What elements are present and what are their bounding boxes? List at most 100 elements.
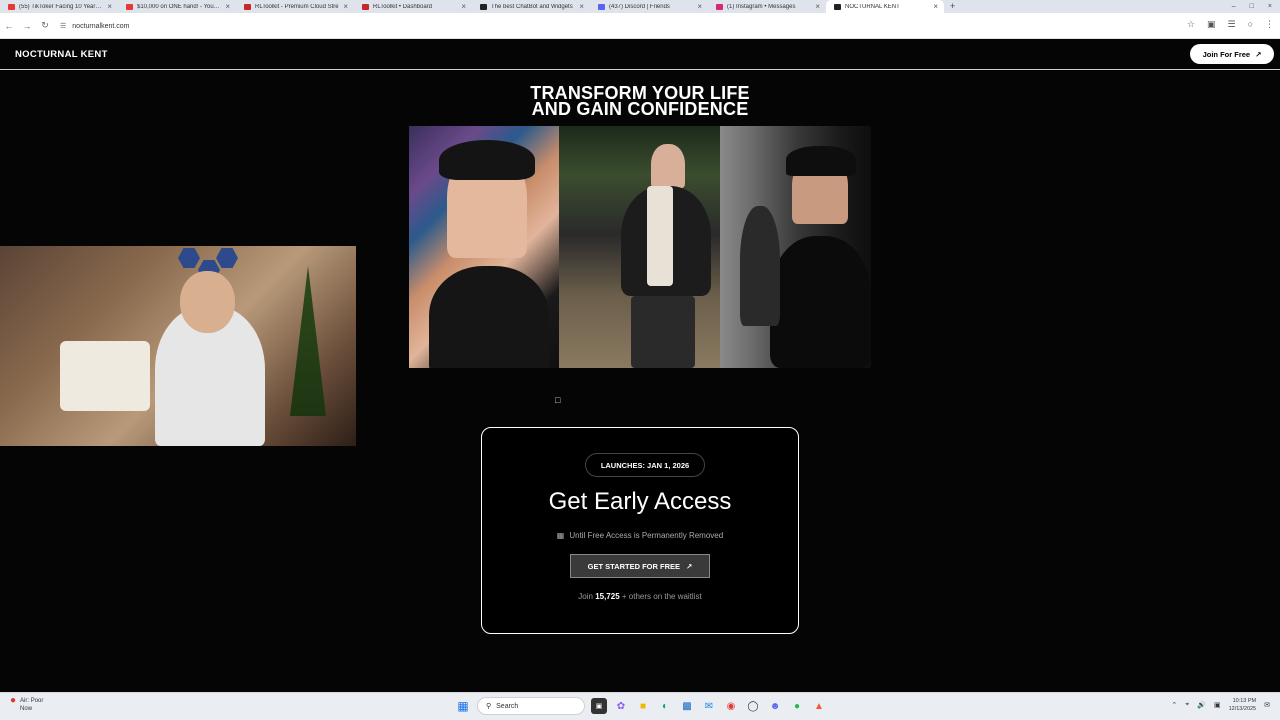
chrome-icon[interactable]: ◉ [723, 698, 739, 714]
tab-label: (1) Instagram • Messages [727, 3, 796, 10]
forward-icon[interactable]: → [18, 21, 36, 31]
mail-icon[interactable]: ✉ [701, 698, 717, 714]
browser-tab[interactable]: RLToolkit - Premium Cloud Stre × [236, 0, 354, 13]
spotify-icon[interactable]: ● [789, 698, 805, 714]
card-subtitle: ▦ Until Free Access is Permanently Remov… [482, 531, 798, 540]
waitlist-suffix: + others on the waitlist [621, 592, 702, 601]
tab-favicon-icon [8, 3, 15, 10]
site-info-icon[interactable]: ☰ [60, 22, 66, 30]
back-icon[interactable]: ← [0, 21, 18, 31]
browser-tab[interactable]: (437) Discord | Friends × [590, 0, 708, 13]
card-title: Get Early Access [548, 488, 732, 515]
waitlist-prefix: Join [578, 592, 593, 601]
search-label: Search [496, 702, 519, 710]
hero-headline: TRANSFORM YOUR LIFE AND GAIN CONFIDENCE [440, 84, 840, 119]
join-button-label: Join For Free [1202, 49, 1251, 59]
cta-label: GET STARTED FOR FREE [587, 561, 681, 571]
hero-photo-strip [409, 126, 871, 368]
cast-icon[interactable]: ▣ [1207, 19, 1216, 30]
tab-label: (437) Discord | Friends [609, 3, 670, 10]
launch-date-badge: LAUNCHES: JAN 1, 2026 [585, 453, 705, 477]
edge-icon[interactable]: ◐ [657, 698, 673, 714]
tab-favicon-icon [126, 3, 133, 10]
tab-close-icon[interactable]: × [579, 2, 584, 11]
headline-line-2: AND GAIN CONFIDENCE [531, 99, 749, 119]
join-for-free-button[interactable]: Join For Free ↗ [1190, 44, 1274, 64]
address-bar-row: ← → ↻ ☰ nocturnalkent.com ☆ ▣ ☰ ○ ⋮ [0, 13, 1280, 39]
tab-label: NOCTURNAL KENT [845, 3, 900, 10]
tab-close-icon[interactable]: × [815, 2, 820, 11]
system-tray: ⌃ ⌖ 🔊 ▣ 10:13 PM 12/13/2025 ✉ [1171, 697, 1270, 713]
tab-close-icon[interactable]: × [933, 2, 938, 11]
extensions-icon[interactable]: ☰ [1227, 19, 1235, 30]
weather-widget[interactable]: ● Air: Poor Now [10, 695, 44, 713]
card-subtitle-text: Until Free Access is Permanently Removed [569, 531, 724, 540]
tab-close-icon[interactable]: × [461, 2, 466, 11]
air-quality-icon: ● [10, 695, 17, 706]
early-access-card: LAUNCHES: JAN 1, 2026 Get Early Access ▦… [481, 427, 799, 634]
reload-icon[interactable]: ↻ [36, 20, 54, 31]
file-explorer-icon[interactable]: ■ [635, 698, 651, 714]
tab-close-icon[interactable]: × [225, 2, 230, 11]
network-icon[interactable]: ⌖ [1185, 701, 1189, 709]
windows-taskbar: ● Air: Poor Now ▦ ⚲ Search ▣ ✿ ■ ◐ ▩ ✉ ◉… [0, 692, 1280, 720]
streamer-webcam-overlay [0, 246, 356, 446]
store-icon[interactable]: ▩ [679, 698, 695, 714]
obs-icon[interactable]: ◯ [745, 698, 761, 714]
tab-close-icon[interactable]: × [697, 2, 702, 11]
url-text: nocturnalkent.com [72, 22, 130, 30]
tab-favicon-icon [598, 3, 605, 10]
clock-date: 12/13/2025 [1228, 706, 1257, 712]
brand-logo[interactable]: NOCTURNAL KENT [15, 49, 108, 60]
tab-favicon-icon [362, 3, 369, 10]
browser-tab[interactable]: NOCTURNAL KENT × [826, 0, 944, 13]
tab-label: RLToolkit • Dashboard [373, 3, 433, 10]
bookmark-star-icon[interactable]: ☆ [1187, 19, 1195, 30]
new-tab-button[interactable]: + [944, 0, 961, 13]
browser-tab[interactable]: (55) TikToker Facing 10 Years in × [0, 0, 118, 13]
brave-icon[interactable]: ▲ [811, 698, 827, 714]
hero-photo-2 [559, 126, 720, 368]
profile-icon[interactable]: ○ [1248, 19, 1253, 30]
web-page: NOCTURNAL KENT Join For Free ↗ TRANSFORM… [0, 39, 1280, 692]
tab-favicon-icon [834, 3, 841, 10]
arrow-up-right-icon: ↗ [686, 561, 693, 571]
system-clock[interactable]: 10:13 PM 12/13/2025 [1229, 697, 1257, 713]
hero-photo-1 [409, 126, 559, 368]
window-close-icon[interactable]: × [1268, 3, 1272, 10]
browser-tab[interactable]: $10,000 on ONE hand! - YouTube × [118, 0, 236, 13]
tab-close-icon[interactable]: × [343, 2, 348, 11]
discord-icon[interactable]: ☻ [767, 698, 783, 714]
url-input[interactable]: ☰ nocturnalkent.com [60, 18, 1160, 34]
tab-label: RLToolkit - Premium Cloud Stre [255, 3, 339, 10]
tab-label: The best ChatBot and Widgets [491, 3, 573, 10]
maximize-icon[interactable]: □ [1250, 3, 1254, 10]
weather-subtext: Now [20, 706, 33, 712]
tablet-note: □ [555, 395, 560, 405]
tab-close-icon[interactable]: × [107, 2, 112, 11]
browser-tab[interactable]: RLToolkit • Dashboard × [354, 0, 472, 13]
browser-tab[interactable]: (1) Instagram • Messages × [708, 0, 826, 13]
display-icon[interactable]: ▣ [1214, 701, 1221, 709]
browser-tab[interactable]: The best ChatBot and Widgets × [472, 0, 590, 13]
taskbar-search-box[interactable]: ⚲ Search [477, 697, 585, 715]
minimize-icon[interactable]: – [1232, 3, 1236, 10]
get-started-button[interactable]: GET STARTED FOR FREE ↗ [570, 554, 710, 578]
calendar-icon: ▦ [556, 531, 565, 540]
tab-label: $10,000 on ONE hand! - YouTube [137, 3, 222, 10]
weather-text: Air: Poor [20, 698, 44, 704]
arrow-up-right-icon: ↗ [1255, 49, 1262, 59]
site-header: NOCTURNAL KENT Join For Free ↗ [0, 39, 1280, 70]
tab-favicon-icon [244, 3, 251, 10]
task-view-icon[interactable]: ▣ [591, 698, 607, 714]
tablet-icon: □ [555, 395, 561, 405]
hero-photo-3 [720, 126, 871, 368]
speaker-icon[interactable]: 🔊 [1197, 701, 1206, 709]
search-icon: ⚲ [486, 703, 492, 710]
chevron-up-icon[interactable]: ⌃ [1171, 701, 1177, 709]
tab-label: (55) TikToker Facing 10 Years in [19, 3, 104, 10]
copilot-icon[interactable]: ✿ [613, 698, 629, 714]
windows-start-icon[interactable]: ▦ [455, 698, 471, 714]
notifications-icon[interactable]: ✉ [1264, 701, 1270, 709]
menu-icon[interactable]: ⋮ [1265, 19, 1274, 30]
